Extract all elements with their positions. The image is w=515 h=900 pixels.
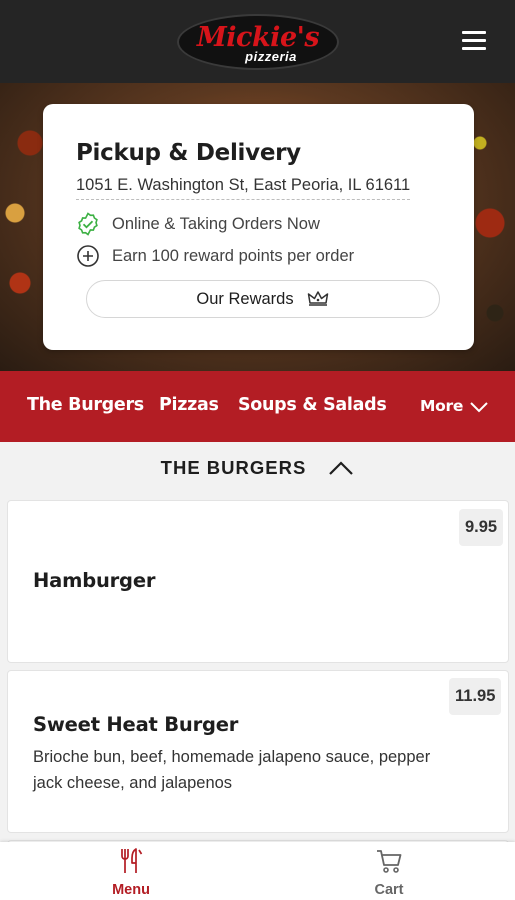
card-title: Pickup & Delivery [76, 140, 301, 166]
more-categories-dropdown[interactable]: More [420, 397, 490, 415]
category-pizzas[interactable]: Pizzas [159, 395, 219, 415]
plus-circle-icon [76, 244, 100, 268]
item-name: Hamburger [33, 569, 156, 592]
item-description: Brioche bun, beef, homemade jalapeno sau… [33, 748, 431, 792]
category-the-burgers[interactable]: The Burgers [27, 395, 144, 415]
crown-icon [306, 290, 330, 308]
rewards-info-row: Earn 100 reward points per order [76, 244, 354, 268]
tab-cart-label: Cart [374, 882, 404, 898]
hamburger-menu-icon[interactable] [458, 28, 490, 54]
menu-item-sweet-heat-burger[interactable]: 11.95 Sweet Heat Burger Brioche bun, bee… [7, 670, 509, 833]
tab-menu[interactable]: Menu [2, 842, 260, 900]
more-label: More [420, 397, 464, 415]
logo-sub-text: pizzeria [245, 49, 297, 64]
item-price: 11.95 [449, 678, 502, 715]
app-header: Mickie's pizzeria [0, 0, 515, 83]
item-price: 9.95 [459, 509, 504, 546]
fork-knife-icon [2, 848, 260, 874]
status-text: Online & Taking Orders Now [112, 214, 320, 233]
our-rewards-label: Our Rewards [196, 289, 294, 308]
item-name: Sweet Heat Burger [33, 713, 239, 736]
rewards-info-text: Earn 100 reward points per order [112, 246, 355, 265]
pickup-delivery-card: Pickup & Delivery 1051 E. Washington St,… [43, 104, 474, 350]
chevron-up-icon [328, 460, 354, 476]
menu-item-hamburger[interactable]: 9.95 Hamburger [7, 500, 509, 663]
tab-menu-label: Menu [112, 882, 150, 898]
tab-cart[interactable]: Cart [260, 842, 515, 900]
category-nav: The Burgers Pizzas Soups & Salads More [0, 371, 515, 442]
cart-icon [260, 848, 515, 874]
mickies-pizzeria-logo[interactable]: Mickie's pizzeria [177, 14, 339, 70]
check-badge-icon [76, 212, 100, 236]
chevron-down-icon [470, 402, 488, 413]
store-address-link[interactable]: 1051 E. Washington St, East Peoria, IL 6… [76, 176, 411, 200]
our-rewards-button[interactable]: Our Rewards [86, 280, 440, 318]
section-header-toggle[interactable]: THE BURGERS [0, 442, 515, 494]
status-row: Online & Taking Orders Now [76, 212, 320, 236]
bottom-nav: Menu Cart [0, 842, 515, 900]
section-title: THE BURGERS [160, 457, 307, 478]
category-soups-salads[interactable]: Soups & Salads [238, 395, 387, 415]
